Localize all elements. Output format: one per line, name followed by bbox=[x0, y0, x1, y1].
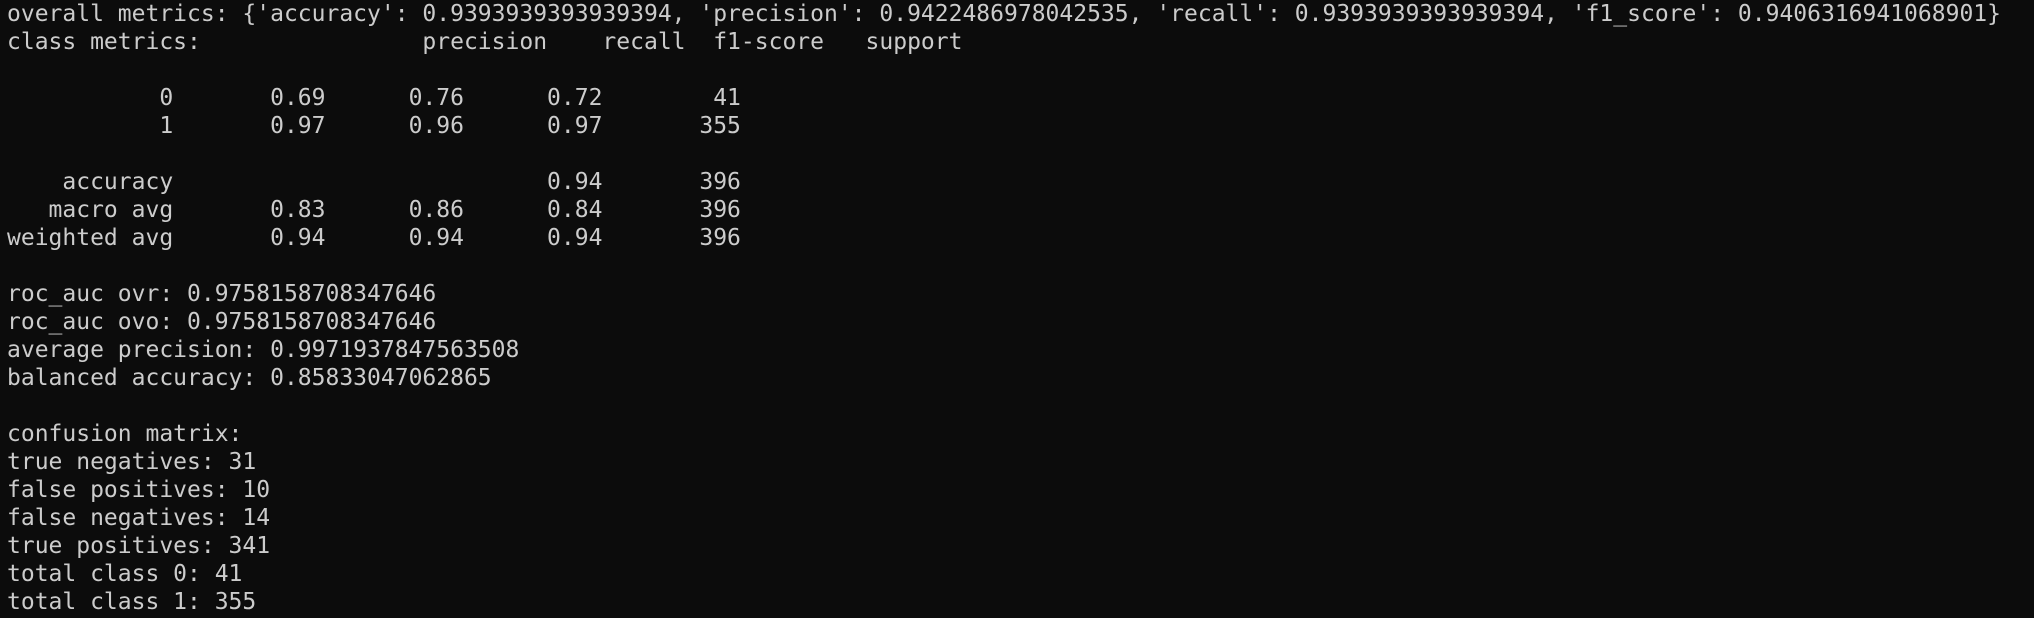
average-precision-line: average precision: 0.9971937847563508 bbox=[7, 337, 520, 363]
false-positives-line: false positives: 10 bbox=[7, 477, 271, 503]
false-negatives-line: false negatives: 14 bbox=[7, 505, 271, 531]
class-0-row: 0 0.69 0.76 0.72 41 bbox=[7, 85, 741, 111]
confusion-matrix-heading: confusion matrix: bbox=[7, 421, 243, 447]
roc-auc-ovo-line: roc_auc ovo: 0.9758158708347646 bbox=[7, 309, 437, 335]
terminal-output[interactable]: overall metrics: {'accuracy': 0.93939393… bbox=[0, 0, 2034, 618]
overall-metrics-line: overall metrics: {'accuracy': 0.93939393… bbox=[7, 1, 2001, 27]
true-positives-line: true positives: 341 bbox=[7, 533, 271, 559]
weighted-avg-row: weighted avg 0.94 0.94 0.94 396 bbox=[7, 225, 741, 251]
true-negatives-line: true negatives: 31 bbox=[7, 449, 257, 475]
total-class-1-line: total class 1: 355 bbox=[7, 589, 257, 615]
roc-auc-ovr-line: roc_auc ovr: 0.9758158708347646 bbox=[7, 281, 437, 307]
accuracy-row: accuracy 0.94 396 bbox=[7, 169, 741, 195]
class-1-row: 1 0.97 0.96 0.97 355 bbox=[7, 113, 741, 139]
class-metrics-header: class metrics: precision recall f1-score… bbox=[7, 29, 963, 55]
total-class-0-line: total class 0: 41 bbox=[7, 561, 243, 587]
macro-avg-row: macro avg 0.83 0.86 0.84 396 bbox=[7, 197, 741, 223]
balanced-accuracy-line: balanced accuracy: 0.85833047062865 bbox=[7, 365, 492, 391]
